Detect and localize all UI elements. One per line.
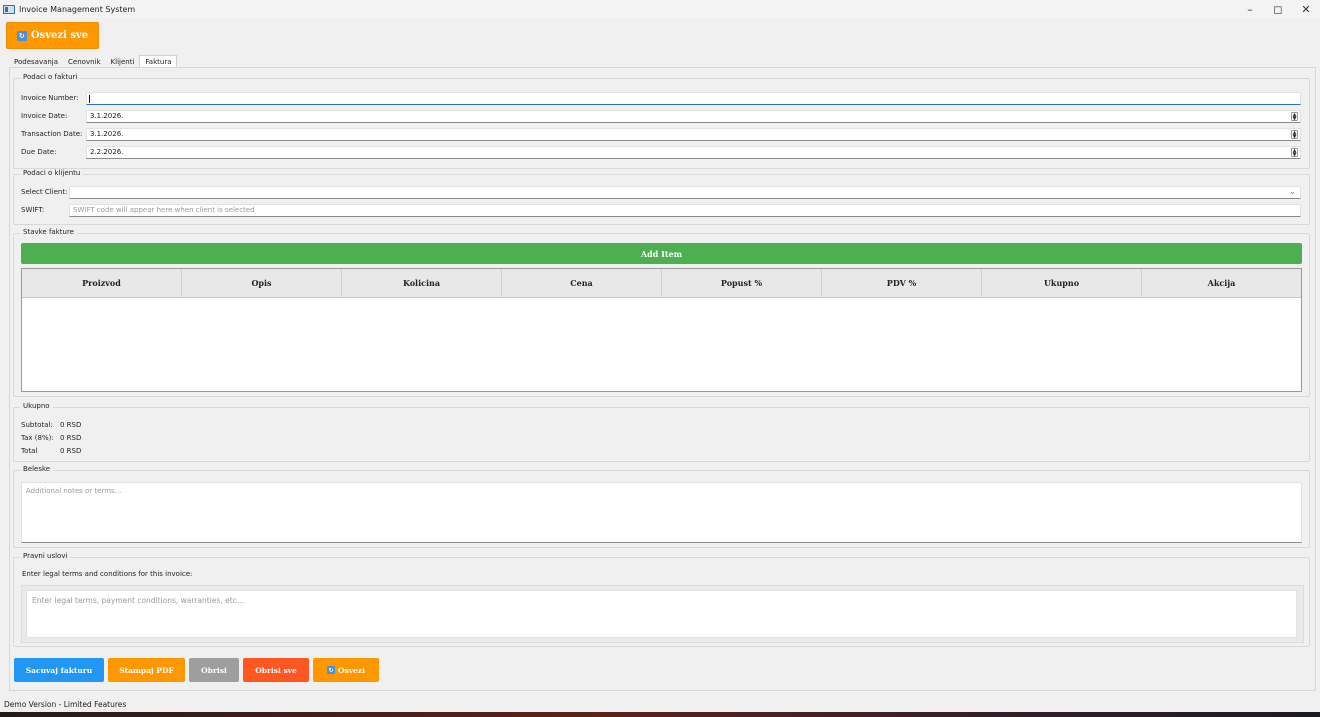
legal-terms-frame: Enter legal terms, payment conditions, w… bbox=[21, 585, 1304, 643]
column-header-opis[interactable]: Opis bbox=[182, 269, 342, 297]
subtotal-row: Subtotal: 0 RSD bbox=[21, 421, 81, 429]
refresh-icon: ↻ bbox=[327, 666, 335, 674]
refresh-button[interactable]: ↻ Osvezi bbox=[313, 658, 379, 682]
column-header-proizvod[interactable]: Proizvod bbox=[22, 269, 182, 297]
notes-placeholder: Additional notes or terms... bbox=[26, 487, 122, 495]
text-caret bbox=[89, 95, 90, 103]
notes-textarea[interactable]: Additional notes or terms... bbox=[21, 482, 1302, 543]
save-invoice-button[interactable]: Sacuvaj fakturu bbox=[14, 658, 104, 682]
status-bar: Demo Version - Limited Features bbox=[0, 698, 1320, 712]
legal-terms-instruction: Enter legal terms and conditions for thi… bbox=[22, 570, 193, 578]
invoice-date-label: Invoice Date: bbox=[21, 112, 68, 120]
invoice-items-table: Proizvod Opis Kolicina Cena Popust % PDV… bbox=[21, 268, 1302, 392]
client-info-group: Podaci o klijentu Select Client: ⌄ SWIFT… bbox=[13, 169, 1310, 225]
close-icon[interactable]: ✕ bbox=[1292, 0, 1320, 18]
window-title: Invoice Management System bbox=[19, 4, 136, 14]
taskbar-strip bbox=[0, 712, 1320, 717]
swift-placeholder: SWIFT code will appear here when client … bbox=[73, 206, 255, 214]
notes-title: Beleske bbox=[20, 465, 54, 473]
window-controls: – ◻ ✕ bbox=[1236, 0, 1320, 18]
invoice-items-title: Stavke fakture bbox=[20, 228, 77, 236]
restore-icon[interactable]: ◻ bbox=[1264, 0, 1292, 18]
print-pdf-button[interactable]: Stampaj PDF bbox=[108, 658, 185, 682]
transaction-date-input[interactable]: 3.1.2026. ▲ ▼ bbox=[86, 128, 1301, 141]
tax-value: 0 RSD bbox=[60, 434, 82, 442]
delete-all-button[interactable]: Obrisi sve bbox=[243, 658, 309, 682]
total-label: Total bbox=[21, 447, 38, 455]
legal-terms-placeholder: Enter legal terms, payment conditions, w… bbox=[32, 596, 244, 605]
title-bar: Invoice Management System – ◻ ✕ bbox=[0, 0, 1320, 18]
refresh-label: Osvezi bbox=[338, 665, 365, 675]
transaction-date-label: Transaction Date: bbox=[21, 130, 83, 138]
chevron-down-icon: ⌄ bbox=[1289, 187, 1296, 196]
tax-label: Tax (8%): bbox=[21, 434, 54, 442]
delete-button[interactable]: Obrisi bbox=[189, 658, 239, 682]
column-header-pdv[interactable]: PDV % bbox=[822, 269, 982, 297]
total-value: 0 RSD bbox=[60, 447, 82, 455]
due-date-value: 2.2.2026. bbox=[90, 148, 124, 156]
column-header-akcija[interactable]: Akcija bbox=[1142, 269, 1301, 297]
totals-group: Ukupno bbox=[13, 402, 1310, 462]
invoice-number-input[interactable] bbox=[86, 92, 1301, 105]
invoice-info-title: Podaci o fakturi bbox=[20, 73, 81, 81]
column-header-popust[interactable]: Popust % bbox=[662, 269, 822, 297]
swift-label: SWIFT: bbox=[21, 206, 45, 214]
column-header-kolicina[interactable]: Kolicina bbox=[342, 269, 502, 297]
refresh-all-label: Osvezi sve bbox=[30, 30, 89, 41]
date-spinner-icon[interactable]: ▲ ▼ bbox=[1291, 130, 1298, 140]
date-spinner-icon[interactable]: ▲ ▼ bbox=[1291, 148, 1298, 158]
invoice-number-label: Invoice Number: bbox=[21, 94, 79, 102]
due-date-input[interactable]: 2.2.2026. ▲ ▼ bbox=[86, 146, 1301, 159]
invoice-info-group: Podaci o fakturi Invoice Number: Invoice… bbox=[13, 73, 1310, 169]
invoice-tab-pane: Podaci o fakturi Invoice Number: Invoice… bbox=[9, 67, 1316, 691]
column-header-ukupno[interactable]: Ukupno bbox=[982, 269, 1142, 297]
due-date-label: Due Date: bbox=[21, 148, 57, 156]
transaction-date-value: 3.1.2026. bbox=[90, 130, 124, 138]
refresh-icon: ↻ bbox=[16, 30, 27, 41]
table-header: Proizvod Opis Kolicina Cena Popust % PDV… bbox=[22, 269, 1301, 298]
invoice-date-value: 3.1.2026. bbox=[90, 112, 124, 120]
invoice-date-input[interactable]: 3.1.2026. ▲ ▼ bbox=[86, 110, 1301, 123]
totals-title: Ukupno bbox=[20, 402, 53, 410]
app-window-icon bbox=[3, 4, 15, 14]
select-client-label: Select Client: bbox=[21, 188, 68, 196]
total-row: Total 0 RSD bbox=[21, 447, 81, 455]
legal-terms-group: Pravni uslovi Enter legal terms and cond… bbox=[13, 552, 1310, 647]
subtotal-value: 0 RSD bbox=[60, 421, 82, 429]
swift-input[interactable]: SWIFT code will appear here when client … bbox=[69, 204, 1301, 217]
legal-terms-textarea[interactable]: Enter legal terms, payment conditions, w… bbox=[26, 590, 1297, 638]
refresh-all-button[interactable]: ↻ Osvezi sve bbox=[6, 22, 99, 49]
legal-terms-title: Pravni uslovi bbox=[20, 552, 71, 560]
column-header-cena[interactable]: Cena bbox=[502, 269, 662, 297]
date-spinner-icon[interactable]: ▲ ▼ bbox=[1291, 112, 1298, 122]
select-client-dropdown[interactable]: ⌄ bbox=[69, 186, 1301, 199]
add-item-button[interactable]: Add Item bbox=[21, 243, 1302, 264]
tax-row: Tax (8%): 0 RSD bbox=[21, 434, 81, 442]
minimize-icon[interactable]: – bbox=[1236, 0, 1264, 18]
subtotal-label: Subtotal: bbox=[21, 421, 53, 429]
client-info-title: Podaci o klijentu bbox=[20, 169, 84, 177]
